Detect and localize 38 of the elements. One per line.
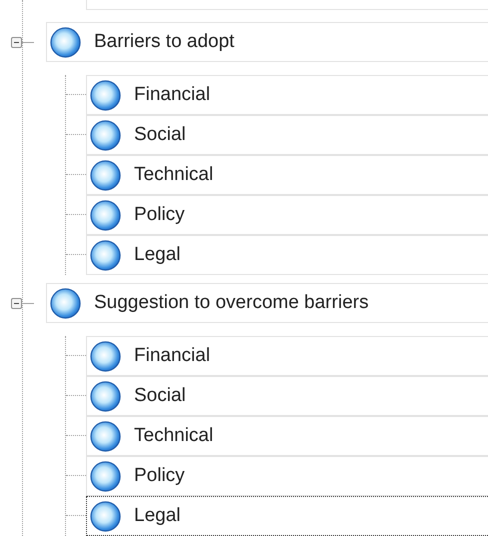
node-label: Technical bbox=[134, 164, 214, 186]
node-label: Suggestion to overcome barriers bbox=[94, 292, 369, 314]
tree-row[interactable]: Legal bbox=[86, 496, 488, 536]
sphere-icon bbox=[90, 340, 121, 372]
node-label: Barriers to adopt bbox=[94, 31, 234, 53]
tree-row[interactable]: Technical bbox=[86, 155, 488, 195]
minus-box-icon[interactable] bbox=[11, 298, 22, 308]
sphere-icon bbox=[90, 80, 121, 110]
tree-row[interactable]: Barriers to adopt bbox=[46, 22, 488, 62]
node-label: Legal bbox=[134, 244, 180, 266]
tree-row[interactable]: Legal bbox=[86, 235, 488, 275]
tree-row[interactable]: Suggestion to overcome barriers bbox=[46, 283, 488, 323]
tree-row[interactable]: Technical bbox=[86, 416, 488, 456]
node-label: Financial bbox=[134, 84, 210, 106]
sphere-icon bbox=[90, 500, 121, 532]
tree-row[interactable]: Policy bbox=[86, 456, 488, 496]
sphere-icon bbox=[50, 288, 81, 318]
node-label: Social bbox=[134, 385, 186, 407]
sphere-icon bbox=[50, 26, 81, 58]
sphere-icon bbox=[90, 460, 121, 492]
sphere-icon bbox=[90, 420, 121, 452]
node-label: Social bbox=[134, 124, 186, 146]
sphere-icon bbox=[90, 380, 121, 412]
tree-row[interactable]: Social bbox=[86, 115, 488, 155]
sphere-icon bbox=[90, 120, 121, 150]
sphere-icon bbox=[90, 240, 121, 270]
node-label: Financial bbox=[134, 345, 210, 367]
tree-row[interactable]: Financial bbox=[86, 75, 488, 115]
sphere-icon bbox=[90, 200, 121, 230]
node-label: Policy bbox=[134, 204, 185, 226]
tree-row[interactable]: Financial bbox=[86, 336, 488, 376]
node-label: Technical bbox=[134, 425, 214, 447]
sphere-icon bbox=[90, 160, 121, 190]
node-label: Legal bbox=[134, 505, 180, 527]
minus-box-icon[interactable] bbox=[11, 36, 22, 48]
node-label: Policy bbox=[134, 465, 185, 487]
tree-row[interactable]: Social bbox=[86, 376, 488, 416]
tree-row[interactable]: Policy bbox=[86, 195, 488, 235]
